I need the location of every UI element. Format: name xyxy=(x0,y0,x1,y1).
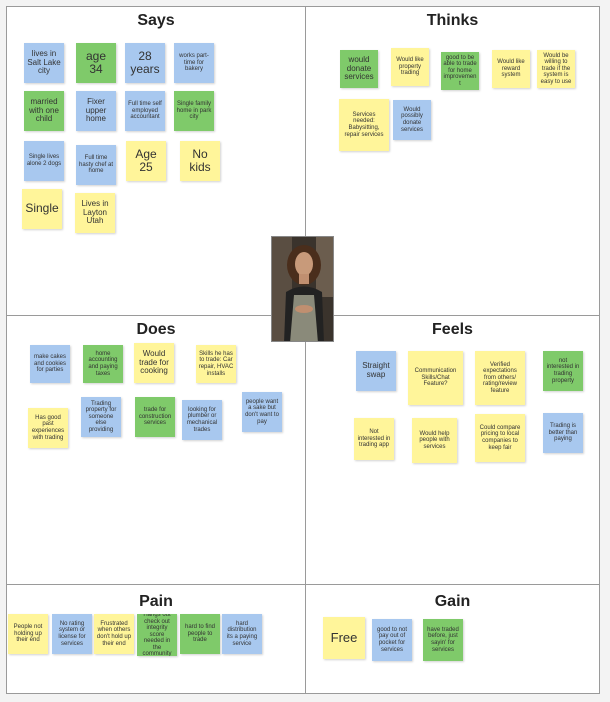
sticky-note[interactable]: Single lives alone 2 dogs xyxy=(24,141,64,181)
sticky-note[interactable]: Could compare pricing to local companies… xyxy=(475,414,525,462)
sticky-note[interactable]: Verified expectations from others/ ratin… xyxy=(475,351,525,405)
sticky-note[interactable]: have traded before, just sayin' for serv… xyxy=(423,619,463,661)
empathy-map-board: Says Thinks Does Feels Pain Gain lives i… xyxy=(0,0,610,702)
sticky-note[interactable]: good to not pay out of pocket for servic… xyxy=(372,619,412,661)
sticky-note[interactable]: trade for construction services xyxy=(135,397,175,437)
sticky-note[interactable]: Skills he has to trade: Car repair, HVAC… xyxy=(196,345,236,383)
sticky-note[interactable]: Straight swap xyxy=(356,351,396,391)
sticky-note[interactable]: would donate services xyxy=(340,50,378,88)
sticky-note[interactable]: Fixer upper home xyxy=(76,91,116,131)
quadrant-title-says: Says xyxy=(137,12,175,29)
sticky-note[interactable]: Free xyxy=(323,617,365,659)
sticky-note[interactable]: Hangs out check out integrity score need… xyxy=(137,614,177,656)
sticky-note[interactable]: Would trade for cooking xyxy=(134,343,174,383)
sticky-note[interactable]: age 34 xyxy=(76,43,116,83)
sticky-note[interactable]: Full time self employed accountant xyxy=(125,91,165,131)
quadrant-title-feels: Feels xyxy=(432,321,473,338)
sticky-note[interactable]: Has good past experiences with trading xyxy=(28,408,68,448)
person-photo xyxy=(271,236,334,342)
sticky-note[interactable]: Would like reward system xyxy=(492,50,530,88)
sticky-note[interactable]: Services needed: Babysitting, repair ser… xyxy=(339,99,389,151)
sticky-note[interactable]: Single family home in park city xyxy=(174,91,214,131)
quadrant-title-does: Does xyxy=(136,321,176,338)
sticky-note[interactable]: Trading is better than paying xyxy=(543,413,583,453)
sticky-note[interactable]: home accounting and paying taxes xyxy=(83,345,123,383)
sticky-note[interactable]: hard distribution its a paying service xyxy=(222,614,262,654)
sticky-note[interactable]: No kids xyxy=(180,141,220,181)
sticky-note[interactable]: Full time hasty chef at home xyxy=(76,145,116,185)
sticky-note[interactable]: Would possibly donate services xyxy=(393,100,431,140)
sticky-note[interactable]: Frustrated when others don't hold up the… xyxy=(94,614,134,654)
sticky-note[interactable]: No rating system or license for services xyxy=(52,614,92,654)
sticky-note[interactable]: Communication Skills/Chat Feature? xyxy=(408,351,463,405)
sticky-note[interactable]: works part-time for bakery xyxy=(174,43,214,83)
sticky-note[interactable]: Single xyxy=(22,189,62,229)
sticky-note[interactable]: People not holding up their end xyxy=(8,614,48,654)
sticky-note[interactable]: Age 25 xyxy=(126,141,166,181)
sticky-note[interactable]: 28 years xyxy=(125,43,165,83)
person-photo-icon xyxy=(272,237,333,341)
quadrant-title-gain: Gain xyxy=(434,593,471,610)
sticky-note[interactable]: people want a sake but don't want to pay xyxy=(242,392,282,432)
sticky-note[interactable]: married with one child xyxy=(24,91,64,131)
sticky-note[interactable]: good to be able to trade for home improv… xyxy=(441,52,479,90)
sticky-note[interactable]: make cakes and cookies for parties xyxy=(30,345,70,383)
quadrant-title-thinks: Thinks xyxy=(426,12,479,29)
sticky-note[interactable]: Would be willing to trade if the system … xyxy=(537,50,575,88)
sticky-note[interactable]: not interested in trading property xyxy=(543,351,583,391)
sticky-note[interactable]: Lives in Layton Utah xyxy=(75,193,115,233)
sticky-note[interactable]: lives in Salt Lake city xyxy=(24,43,64,83)
sticky-note[interactable]: looking for plumber or mechanical trades xyxy=(182,400,222,440)
sticky-note[interactable]: hard to find people to trade xyxy=(180,614,220,654)
quadrant-title-pain: Pain xyxy=(139,593,173,610)
sticky-note[interactable]: Would help people with services xyxy=(412,418,457,463)
sticky-note[interactable]: Would like property trading xyxy=(391,48,429,86)
sticky-note[interactable]: Trading property for someone else provid… xyxy=(81,397,121,437)
sticky-note[interactable]: Not interested in trading app xyxy=(354,418,394,460)
